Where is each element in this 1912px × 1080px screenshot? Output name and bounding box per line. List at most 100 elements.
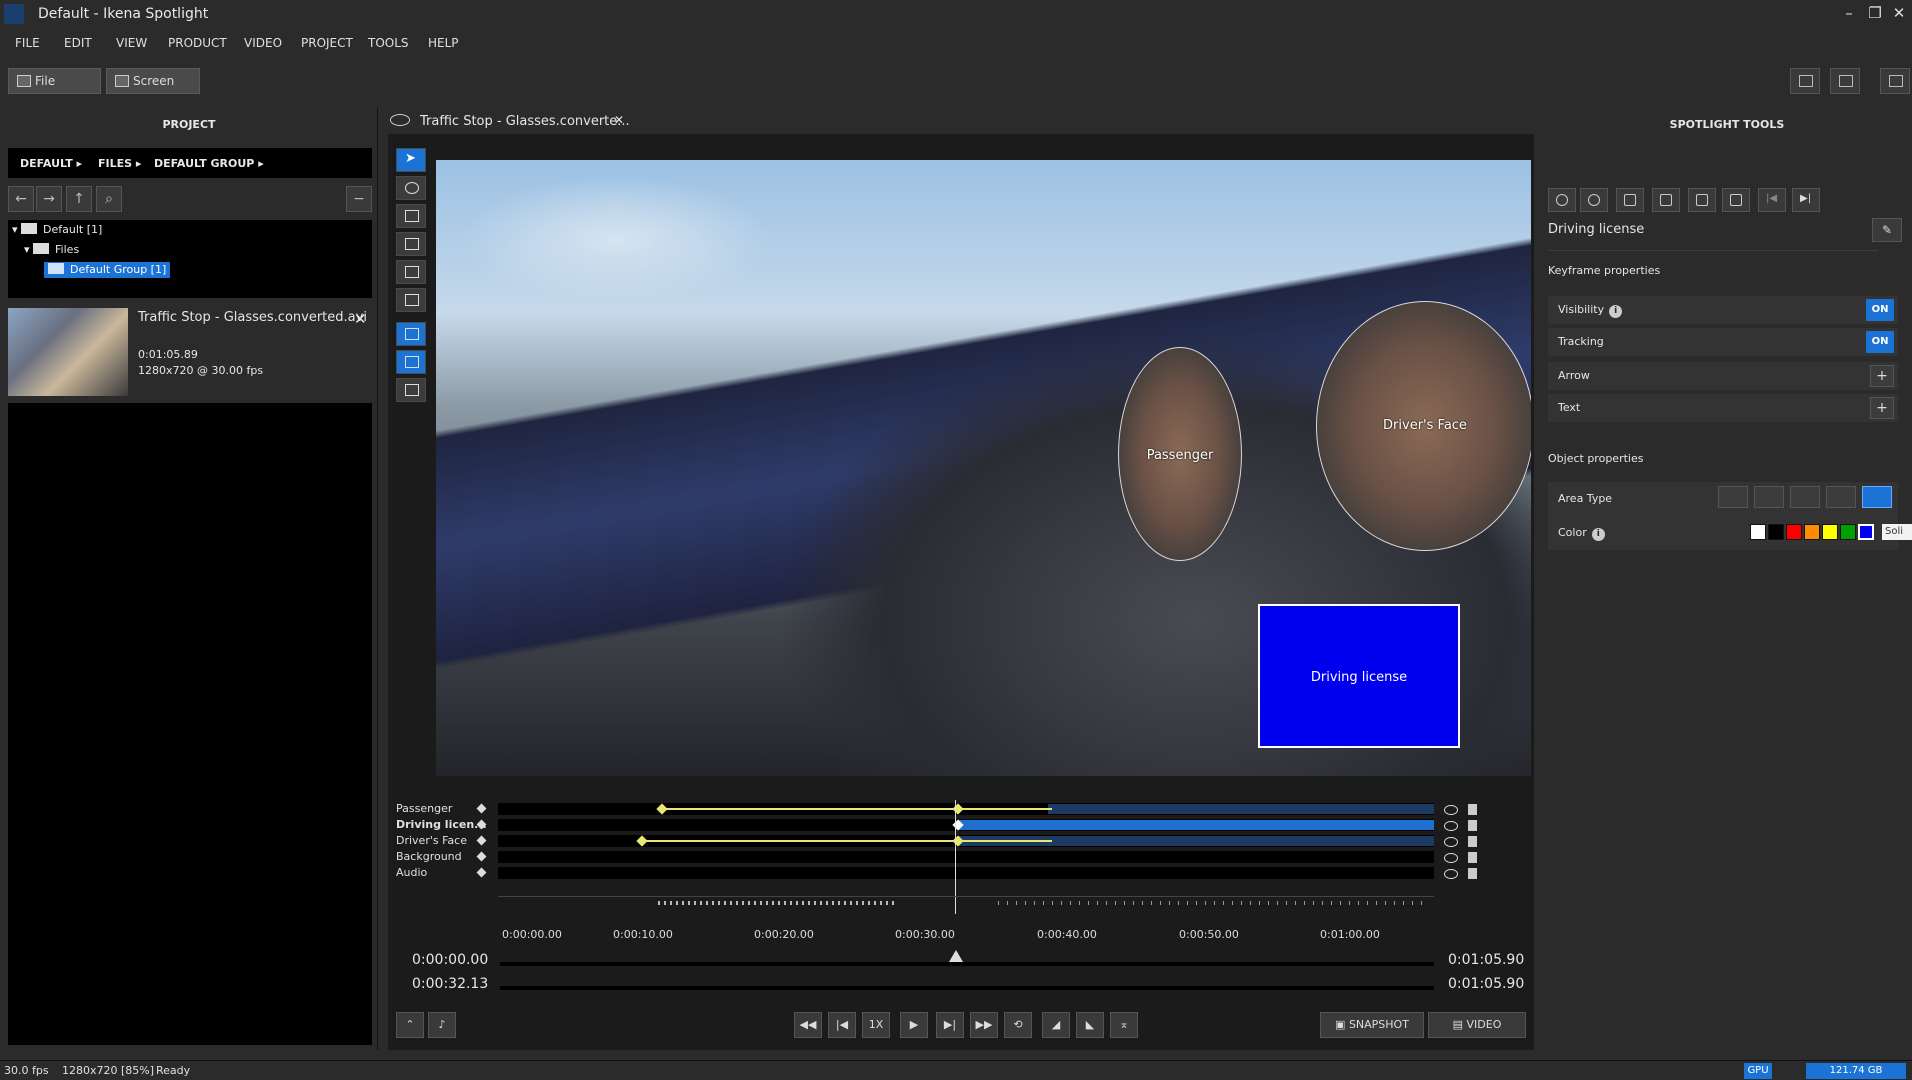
menu-product[interactable]: PRODUCT	[168, 36, 227, 50]
track-background[interactable]	[498, 851, 1434, 863]
eye-icon[interactable]	[1444, 853, 1458, 863]
eye-icon[interactable]	[1444, 821, 1458, 831]
fast-forward-icon[interactable]: ▶▶	[970, 1012, 998, 1038]
swatch-orange[interactable]	[1804, 524, 1820, 540]
eye-icon[interactable]	[1444, 837, 1458, 847]
forward-icon[interactable]: →	[36, 186, 62, 212]
volume-icon[interactable]: ♪	[428, 1012, 456, 1038]
clear-marks-icon[interactable]: ⌅	[1110, 1012, 1138, 1038]
swatch-blue[interactable]	[1858, 524, 1874, 540]
minimize-icon[interactable]: –	[1838, 4, 1860, 24]
rewind-icon[interactable]: ◀◀	[794, 1012, 822, 1038]
rectangle-tool[interactable]	[396, 204, 426, 228]
next-frame-icon[interactable]: ▶|	[936, 1012, 964, 1038]
tracking-toggle[interactable]: ON	[1866, 331, 1894, 353]
track-license-label[interactable]: Driving licen...	[396, 818, 487, 831]
track-audio-label[interactable]: Audio	[396, 866, 427, 879]
pixelate-type-icon[interactable]	[1754, 486, 1784, 508]
collapse-icon[interactable]: −	[346, 186, 372, 212]
add-arrow-button[interactable]: +	[1870, 365, 1894, 387]
fit-tool[interactable]	[396, 350, 426, 374]
expand-icon[interactable]: ⌃	[396, 1012, 424, 1038]
display-button[interactable]	[1790, 68, 1820, 94]
swatch-white[interactable]	[1750, 524, 1766, 540]
track-driver-face-label[interactable]: Driver's Face	[396, 834, 467, 847]
panels-button[interactable]	[1880, 68, 1910, 94]
undo-icon[interactable]	[1548, 188, 1576, 212]
delete-all-icon[interactable]	[1722, 188, 1750, 212]
loop-icon[interactable]: ⟲	[1004, 1012, 1032, 1038]
editor-tab[interactable]: Traffic Stop - Glasses.converte... ✕	[388, 108, 630, 134]
info-icon[interactable]: i	[1591, 528, 1605, 541]
keyframe-marker[interactable]	[636, 835, 648, 847]
info-icon[interactable]: i	[1609, 305, 1623, 318]
swatch-red[interactable]	[1786, 524, 1802, 540]
track-driver-face[interactable]	[498, 835, 1434, 847]
first-keyframe-icon[interactable]: |◀	[1758, 188, 1786, 212]
menu-project[interactable]: PROJECT	[301, 36, 353, 50]
duplicate-icon[interactable]	[1652, 188, 1680, 212]
crumb-default[interactable]: DEFAULT ▸	[20, 157, 82, 170]
speed-button[interactable]: 1X	[862, 1012, 890, 1038]
outline-type-icon[interactable]	[1826, 486, 1856, 508]
menu-file[interactable]: FILE	[15, 36, 40, 50]
layout-button[interactable]	[1830, 68, 1860, 94]
tab-close-icon[interactable]: ✕	[614, 113, 624, 127]
driving-license-rect[interactable]: Driving license	[1258, 604, 1460, 748]
tree-files[interactable]: ▾ Files	[24, 242, 79, 258]
export-tool[interactable]	[396, 378, 426, 402]
mark-in-icon[interactable]: ◢	[1042, 1012, 1070, 1038]
screen-button[interactable]: Screen	[106, 68, 200, 94]
driver-face-ellipse[interactable]: Driver's Face	[1316, 301, 1531, 551]
trash-icon[interactable]	[1468, 804, 1477, 815]
focus-tool[interactable]	[396, 288, 426, 312]
menu-help[interactable]: HELP	[428, 36, 459, 50]
tree-default[interactable]: ▾ Default [1]	[12, 222, 102, 238]
back-icon[interactable]: ←	[8, 186, 34, 212]
playback-slider[interactable]	[500, 962, 1434, 966]
range-slider[interactable]	[500, 986, 1434, 990]
tree-default-group[interactable]: Default Group [1]	[44, 262, 171, 278]
eye-icon[interactable]	[1444, 869, 1458, 879]
ellipse-tool[interactable]	[396, 176, 426, 200]
swatch-yellow[interactable]	[1822, 524, 1838, 540]
remove-file-icon[interactable]: ✕	[354, 310, 367, 328]
play-icon[interactable]: ▶	[900, 1012, 928, 1038]
track-background-label[interactable]: Background	[396, 850, 462, 863]
menu-tools[interactable]: TOOLS	[368, 36, 409, 50]
redo-icon[interactable]	[1580, 188, 1608, 212]
search-icon[interactable]: ⌕	[96, 186, 122, 212]
playhead-handle[interactable]	[949, 950, 963, 962]
passenger-ellipse[interactable]: Passenger	[1118, 347, 1242, 561]
edit-icon[interactable]: ✎	[1872, 218, 1902, 242]
up-icon[interactable]: ↑	[66, 186, 92, 212]
swatch-black[interactable]	[1768, 524, 1784, 540]
restore-icon[interactable]: ❐	[1864, 4, 1886, 24]
track-license[interactable]	[498, 819, 1434, 831]
crumb-default-group[interactable]: DEFAULT GROUP ▸	[154, 157, 264, 170]
overlay-tool[interactable]	[396, 322, 426, 346]
file-button[interactable]: File	[8, 68, 101, 94]
close-icon[interactable]: ✕	[1888, 4, 1910, 24]
keyframe-icon[interactable]	[476, 835, 487, 846]
trash-icon[interactable]	[1468, 852, 1477, 863]
trash-icon[interactable]	[1468, 836, 1477, 847]
last-keyframe-icon[interactable]: ▶|	[1792, 188, 1820, 212]
select-tool[interactable]: ➤	[396, 148, 426, 172]
keyframe-icon[interactable]	[476, 803, 487, 814]
text-tool[interactable]	[396, 232, 426, 256]
menu-video[interactable]: VIDEO	[244, 36, 282, 50]
track-passenger-label[interactable]: Passenger	[396, 802, 452, 815]
track-passenger[interactable]	[498, 803, 1434, 815]
snapshot-button[interactable]: ▣ SNAPSHOT	[1320, 1012, 1424, 1038]
menu-edit[interactable]: EDIT	[64, 36, 92, 50]
track-audio[interactable]	[498, 867, 1434, 879]
none-type-icon[interactable]	[1790, 486, 1820, 508]
crumb-files[interactable]: FILES ▸	[98, 157, 141, 170]
swap-icon[interactable]	[1616, 188, 1644, 212]
prev-frame-icon[interactable]: |◀	[828, 1012, 856, 1038]
trash-icon[interactable]	[1468, 820, 1477, 831]
trash-icon[interactable]	[1468, 868, 1477, 879]
swatch-green[interactable]	[1840, 524, 1856, 540]
keyframe-icon[interactable]	[476, 867, 487, 878]
